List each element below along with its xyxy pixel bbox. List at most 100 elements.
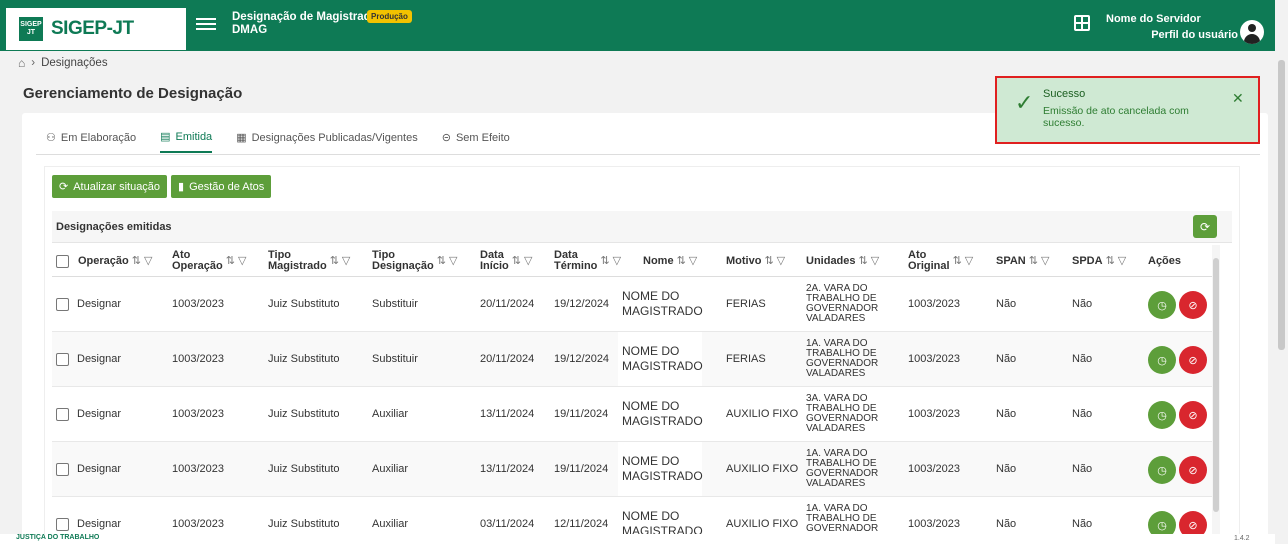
clock-icon: ◷: [1157, 519, 1167, 532]
chevron-right-icon: ›: [31, 57, 36, 69]
cell-operacao: Designar: [77, 463, 122, 475]
cell-termino: 19/12/2024: [554, 298, 610, 310]
filter-icon[interactable]: ▽: [1041, 255, 1049, 267]
tabs-divider: [36, 154, 1260, 155]
filter-icon[interactable]: ▽: [777, 255, 785, 267]
toast-message: Emissão de ato cancelada com sucesso.: [1043, 105, 1189, 129]
sort-icon[interactable]: ⇅: [512, 255, 521, 267]
column-unidades[interactable]: Unidades ⇅ ▽: [806, 249, 879, 273]
sort-icon[interactable]: ⇅: [330, 255, 339, 267]
update-status-button[interactable]: ⟳ Atualizar situação: [52, 175, 168, 198]
filter-icon[interactable]: ▽: [1118, 255, 1126, 267]
footer: [0, 534, 1275, 544]
filter-icon[interactable]: ▽: [144, 255, 152, 267]
column-tipo-magistrado[interactable]: Tipo Magistrado ⇅ ▽: [268, 249, 350, 273]
filter-icon[interactable]: ▽: [449, 255, 457, 267]
cell-motivo: FERIAS: [726, 298, 766, 310]
cell-motivo: FERIAS: [726, 353, 766, 365]
table-caption: Designações emitidas: [56, 221, 172, 233]
refresh-table-button[interactable]: ⟳: [1193, 215, 1217, 238]
column-spda[interactable]: SPDA ⇅ ▽: [1072, 249, 1126, 273]
cell-span: Não: [996, 408, 1017, 420]
sort-icon[interactable]: ⇅: [1106, 255, 1115, 267]
cell-nome: NOME DO MAGISTRADO: [618, 442, 703, 496]
filter-icon[interactable]: ▽: [524, 255, 532, 267]
history-button[interactable]: ◷: [1148, 346, 1176, 374]
hamburger-menu-icon[interactable]: [196, 15, 216, 35]
cell-ato: 1003/2023: [172, 463, 224, 475]
row-checkbox[interactable]: [56, 462, 69, 476]
row-checkbox[interactable]: [56, 407, 69, 421]
row-checkbox[interactable]: [56, 297, 69, 311]
column-tipo-designacao[interactable]: Tipo Designação ⇅ ▽: [372, 249, 457, 273]
column-ato-original[interactable]: Ato Original ⇅ ▽: [908, 249, 973, 273]
history-button[interactable]: ◷: [1148, 456, 1176, 484]
cell-tipo-designacao: Auxiliar: [372, 463, 409, 475]
page-scroll-thumb[interactable]: [1278, 60, 1285, 350]
row-checkbox[interactable]: [56, 352, 69, 366]
tab-emitida[interactable]: ▤ Emitida: [160, 130, 213, 153]
filter-icon[interactable]: ▽: [965, 255, 973, 267]
home-icon[interactable]: ⌂: [18, 56, 25, 70]
column-span[interactable]: SPAN ⇅ ▽: [996, 249, 1049, 273]
acts-management-button[interactable]: ▮ Gestão de Atos: [171, 175, 272, 198]
sort-icon[interactable]: ⇅: [600, 255, 609, 267]
cell-ato-original: 1003/2023: [908, 298, 960, 310]
filter-icon[interactable]: ▽: [871, 255, 879, 267]
cancel-act-button[interactable]: ⊘: [1179, 456, 1207, 484]
sort-icon[interactable]: ⇅: [677, 255, 686, 267]
history-button[interactable]: ◷: [1148, 291, 1176, 319]
sort-icon[interactable]: ⇅: [132, 255, 141, 267]
sort-icon[interactable]: ⇅: [764, 255, 773, 267]
avatar-icon[interactable]: [1240, 20, 1264, 44]
column-nome[interactable]: Nome ⇅ ▽: [643, 249, 697, 273]
column-motivo[interactable]: Motivo ⇅ ▽: [726, 249, 785, 273]
cell-ato-original: 1003/2023: [908, 353, 960, 365]
refresh-icon: ⟳: [59, 181, 69, 193]
cell-tipo-magistrado: Juiz Substituto: [268, 463, 340, 475]
tab-publicadas-vigentes[interactable]: ▦ Designações Publicadas/Vigentes: [236, 130, 418, 153]
breadcrumb-current[interactable]: Designações: [41, 57, 107, 69]
tab-sem-efeito[interactable]: ⊝ Sem Efeito: [442, 130, 510, 153]
column-ato-operacao[interactable]: Ato Operação ⇅ ▽: [172, 249, 246, 273]
history-button[interactable]: ◷: [1148, 401, 1176, 429]
cancel-act-button[interactable]: ⊘: [1179, 346, 1207, 374]
row-checkbox[interactable]: [56, 517, 69, 531]
cancel-act-button[interactable]: ⊘: [1179, 291, 1207, 319]
app-brand[interactable]: SIGEP JT SIGEP-JT: [6, 8, 186, 50]
table-row[interactable]: Designar 1003/2023 Juiz Substituto Subst…: [52, 332, 1212, 387]
sort-icon[interactable]: ⇅: [859, 255, 868, 267]
cancel-act-button[interactable]: ⊘: [1179, 401, 1207, 429]
select-all-checkbox[interactable]: [56, 254, 69, 268]
cell-nome: NOME DO MAGISTRADO: [618, 277, 703, 331]
cell-operacao: Designar: [77, 353, 122, 365]
column-data-termino[interactable]: Data Término ⇅ ▽: [554, 249, 621, 273]
sort-icon[interactable]: ⇅: [226, 255, 235, 267]
sort-icon[interactable]: ⇅: [437, 255, 446, 267]
table-row[interactable]: Designar 1003/2023 Juiz Substituto Subst…: [52, 277, 1212, 332]
cell-termino: 19/11/2024: [554, 463, 609, 475]
cell-tipo-magistrado: Juiz Substituto: [268, 298, 340, 310]
sort-icon[interactable]: ⇅: [1029, 255, 1038, 267]
column-data-inicio[interactable]: Data Início ⇅ ▽: [480, 249, 532, 273]
table-row[interactable]: Designar 1003/2023 Juiz Substituto Auxil…: [52, 442, 1212, 497]
cell-ato-original: 1003/2023: [908, 463, 960, 475]
filter-icon[interactable]: ▽: [613, 255, 621, 267]
filter-icon[interactable]: ▽: [689, 255, 697, 267]
column-operacao[interactable]: Operação ⇅ ▽: [56, 249, 152, 273]
tab-em-elaboracao[interactable]: ⚇ Em Elaboração: [46, 130, 136, 153]
cell-operacao: Designar: [77, 298, 122, 310]
table-scroll-thumb[interactable]: [1213, 258, 1219, 512]
sigep-logo-icon: SIGEP JT: [19, 17, 43, 41]
cell-tipo-magistrado: Juiz Substituto: [268, 353, 340, 365]
cell-spda: Não: [1072, 353, 1093, 365]
top-bar: SIGEP JT SIGEP-JT Designação de Magistra…: [0, 0, 1275, 51]
close-icon[interactable]: ✕: [1232, 90, 1244, 107]
cell-operacao: Designar: [77, 518, 122, 530]
apps-grid-icon[interactable]: [1074, 15, 1090, 31]
filter-icon[interactable]: ▽: [238, 255, 246, 267]
sort-icon[interactable]: ⇅: [953, 255, 962, 267]
system-title: Designação de Magistrados DMAG: [232, 11, 385, 36]
table-row[interactable]: Designar 1003/2023 Juiz Substituto Auxil…: [52, 387, 1212, 442]
filter-icon[interactable]: ▽: [342, 255, 350, 267]
